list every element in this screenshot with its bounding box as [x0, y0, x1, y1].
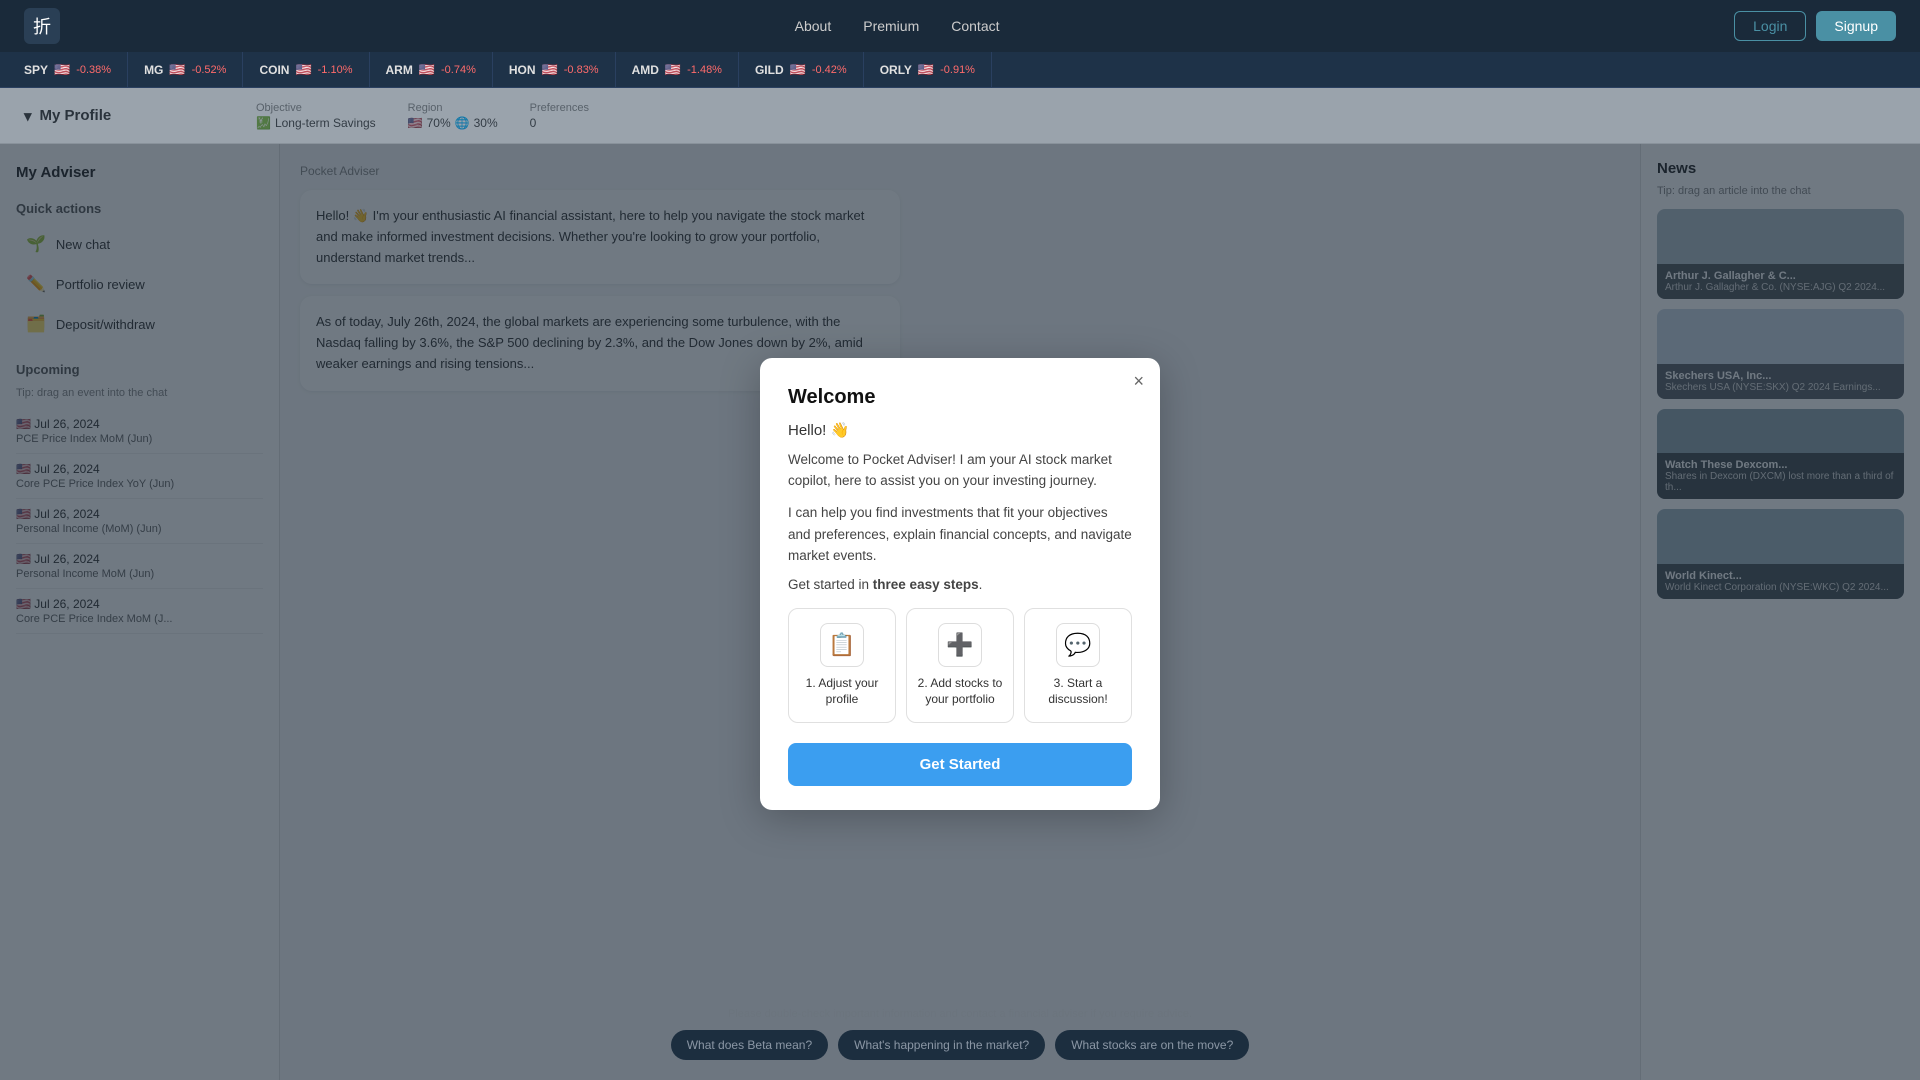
steps-intro-bold: three easy steps: [873, 577, 979, 592]
ticker-value: -0.38%: [76, 64, 111, 76]
ticker-item[interactable]: COIN 🇺🇸 -1.10%: [243, 52, 369, 87]
nav-premium[interactable]: Premium: [863, 18, 919, 34]
welcome-modal: × Welcome Hello! 👋 Welcome to Pocket Adv…: [760, 358, 1160, 811]
step-icon: 💬: [1056, 623, 1100, 667]
ticker-item[interactable]: HON 🇺🇸 -0.83%: [493, 52, 616, 87]
ticker-symbol: GILD: [755, 63, 784, 77]
ticker-symbol: COIN: [259, 63, 289, 77]
step-label: 3. Start a discussion!: [1035, 675, 1121, 709]
ticker-symbol: ARM: [386, 63, 413, 77]
ticker-item[interactable]: GILD 🇺🇸 -0.42%: [739, 52, 864, 87]
ticker-flag: 🇺🇸: [419, 62, 435, 78]
ticker-flag: 🇺🇸: [542, 62, 558, 78]
step-card-3: 💬 3. Start a discussion!: [1024, 608, 1132, 724]
ticker-item[interactable]: ORLY 🇺🇸 -0.91%: [864, 52, 992, 87]
ticker-value: -0.74%: [441, 64, 476, 76]
ticker-value: -1.48%: [687, 64, 722, 76]
ticker-flag: 🇺🇸: [665, 62, 681, 78]
logo-icon: 折: [24, 8, 60, 44]
ticker-symbol: ORLY: [880, 63, 912, 77]
ticker-value: -0.83%: [564, 64, 599, 76]
ticker-item[interactable]: ARM 🇺🇸 -0.74%: [370, 52, 493, 87]
step-card-1: 📋 1. Adjust your profile: [788, 608, 896, 724]
ticker-item[interactable]: AMD 🇺🇸 -1.48%: [616, 52, 739, 87]
ticker-symbol: AMD: [632, 63, 659, 77]
ticker-item[interactable]: SPY 🇺🇸 -0.38%: [8, 52, 128, 87]
nav-contact[interactable]: Contact: [951, 18, 999, 34]
ticker-symbol: MG: [144, 63, 163, 77]
modal-overlay: × Welcome Hello! 👋 Welcome to Pocket Adv…: [0, 88, 1920, 1080]
ticker-value: -0.91%: [940, 64, 975, 76]
ticker-flag: 🇺🇸: [169, 62, 185, 78]
ticker-flag: 🇺🇸: [54, 62, 70, 78]
ticker-flag: 🇺🇸: [918, 62, 934, 78]
steps-intro-end: .: [979, 577, 983, 592]
step-icon: ➕: [938, 623, 982, 667]
steps-grid: 📋 1. Adjust your profile ➕ 2. Add stocks to…: [788, 608, 1132, 724]
step-label: 2. Add stocks to your portfolio: [917, 675, 1003, 709]
modal-body-2: I can help you find investments that fit…: [788, 502, 1132, 567]
modal-greeting: Hello! 👋: [788, 421, 1132, 439]
ticker-symbol: SPY: [24, 63, 48, 77]
main-container: ▾ My Profile Objective 💹 Long-term Savin…: [0, 88, 1920, 1080]
nav-about[interactable]: About: [795, 18, 832, 34]
step-card-2: ➕ 2. Add stocks to your portfolio: [906, 608, 1014, 724]
get-started-button[interactable]: Get Started: [788, 743, 1132, 786]
ticker-value: -0.52%: [192, 64, 227, 76]
modal-body-1: Welcome to Pocket Adviser! I am your AI …: [788, 449, 1132, 492]
navbar: 折 About Premium Contact Login Signup: [0, 0, 1920, 52]
ticker-symbol: HON: [509, 63, 536, 77]
ticker-value: -0.42%: [812, 64, 847, 76]
ticker-value: -1.10%: [318, 64, 353, 76]
step-label: 1. Adjust your profile: [799, 675, 885, 709]
modal-title: Welcome: [788, 386, 1132, 409]
step-icon: 📋: [820, 623, 864, 667]
ticker-bar: SPY 🇺🇸 -0.38% MG 🇺🇸 -0.52% COIN 🇺🇸 -1.10% ARM 🇺🇸 -0…: [0, 52, 1920, 88]
steps-intro-text: Get started in: [788, 577, 873, 592]
nav-links: About Premium Contact: [795, 18, 1000, 34]
signup-button[interactable]: Signup: [1816, 11, 1896, 41]
modal-close-button[interactable]: ×: [1133, 372, 1144, 390]
ticker-flag: 🇺🇸: [790, 62, 806, 78]
logo: 折: [24, 8, 60, 44]
ticker-flag: 🇺🇸: [295, 62, 311, 78]
modal-steps-intro: Get started in three easy steps.: [788, 577, 1132, 592]
login-button[interactable]: Login: [1734, 11, 1806, 41]
nav-auth: Login Signup: [1734, 11, 1896, 41]
ticker-item[interactable]: MG 🇺🇸 -0.52%: [128, 52, 243, 87]
